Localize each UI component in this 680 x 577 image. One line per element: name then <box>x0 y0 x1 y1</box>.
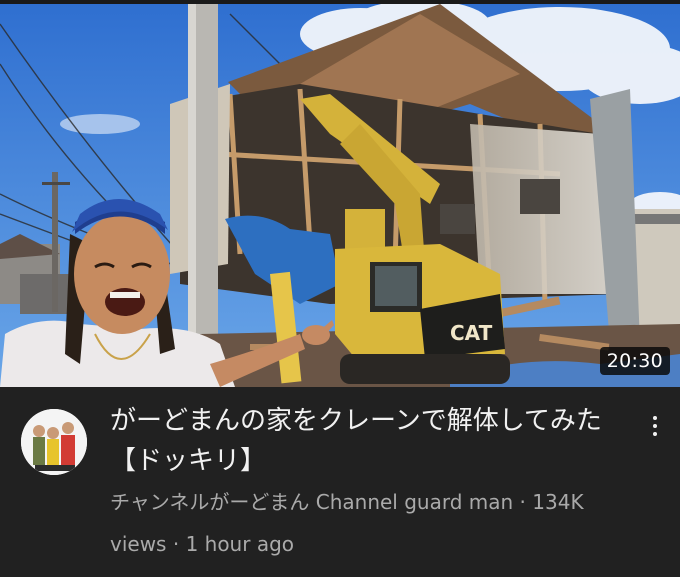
video-title[interactable]: がーどまんの家をクレーンで解体してみた【ドッキリ】 <box>110 401 620 481</box>
separator: · <box>513 490 533 514</box>
avatar-image <box>21 409 87 475</box>
channel-name[interactable]: チャンネルがーどまん Channel guard man <box>110 490 513 514</box>
video-info: がーどまんの家をクレーンで解体してみた【ドッキリ】 チャンネルがーどまん Cha… <box>0 387 680 577</box>
more-vert-icon[interactable] <box>640 409 670 443</box>
channel-avatar[interactable] <box>21 409 87 475</box>
separator: · <box>166 532 186 556</box>
thumbnail-image: CAT <box>0 4 680 387</box>
upload-age: 1 hour ago <box>185 532 294 556</box>
video-thumbnail[interactable]: CAT 20:30 <box>0 4 680 387</box>
duration-badge: 20:30 <box>599 347 670 375</box>
cat-logo: CAT <box>450 321 493 345</box>
video-metadata: チャンネルがーどまん Channel guard man · 134K view… <box>110 481 640 565</box>
